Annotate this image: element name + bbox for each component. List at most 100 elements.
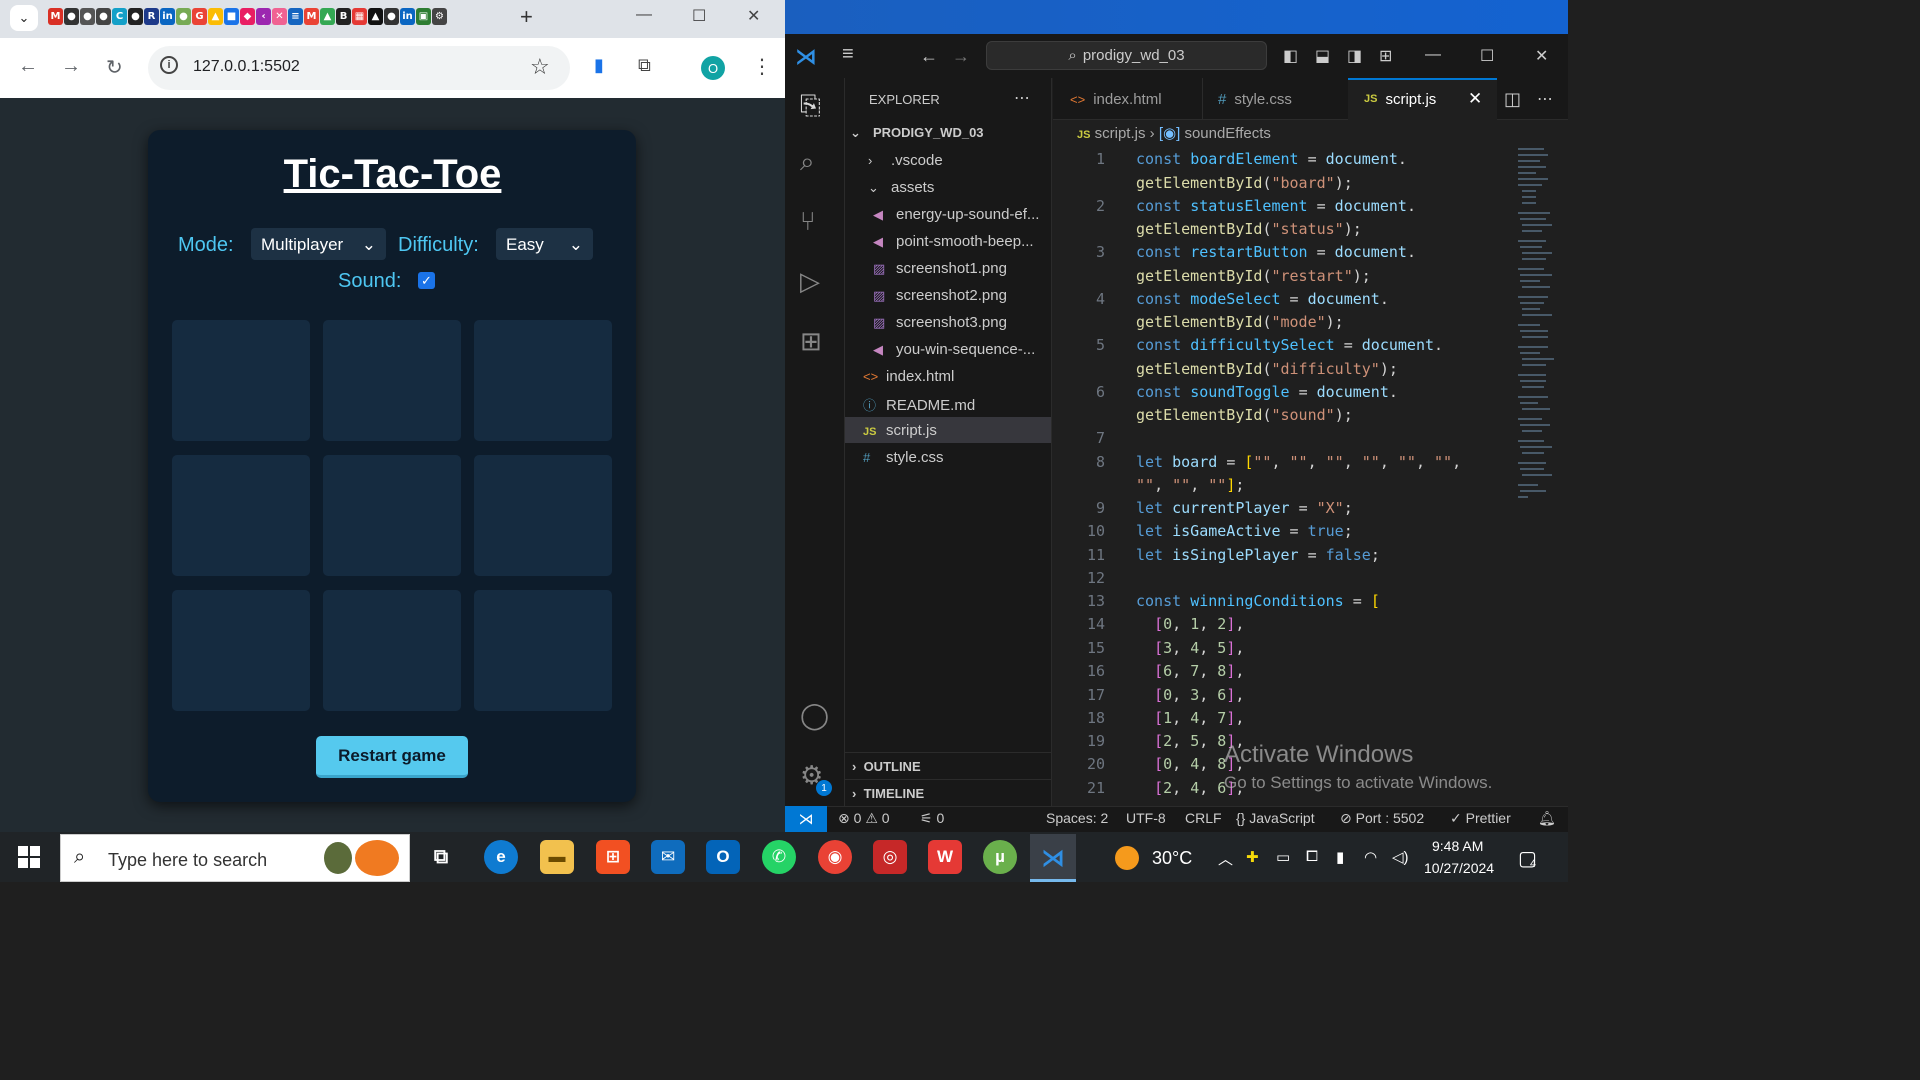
tree-item-file[interactable]: ▨ screenshot2.png: [873, 287, 1007, 304]
wifi-icon[interactable]: ◠: [1364, 848, 1377, 866]
difficulty-select[interactable]: Easy ⌄: [496, 228, 593, 260]
minimize-button[interactable]: —: [1425, 46, 1441, 64]
close-button[interactable]: ✕: [747, 6, 760, 26]
tab-favicon-icon[interactable]: ▲: [208, 8, 223, 25]
vscode-taskbar-button[interactable]: ⋊: [1030, 834, 1076, 882]
tab-favicon-icon[interactable]: ●: [80, 8, 95, 25]
microsoft-store-icon[interactable]: ⊞: [596, 840, 630, 874]
new-tab-button[interactable]: +: [520, 4, 533, 30]
code-line[interactable]: getElementById("difficulty");: [1136, 360, 1398, 378]
tab-favicon-icon[interactable]: ▣: [416, 8, 431, 25]
live-server-port[interactable]: ⊘ Port : 5502: [1340, 810, 1424, 827]
code-line[interactable]: getElementById("sound");: [1136, 406, 1353, 424]
project-root[interactable]: ⌄ PRODIGY_WD_03: [850, 125, 984, 141]
whatsapp-icon[interactable]: ✆: [762, 840, 796, 874]
search-icon[interactable]: ⌕: [800, 146, 815, 178]
tab-favicon-icon[interactable]: ●: [128, 8, 143, 25]
reload-icon[interactable]: ↻: [106, 55, 123, 80]
maximize-button[interactable]: ☐: [692, 6, 706, 26]
taskbar-time[interactable]: 9:48 AM: [1432, 838, 1483, 854]
accounts-icon[interactable]: ◯: [800, 700, 829, 731]
code-line[interactable]: [6, 7, 8],: [1136, 662, 1244, 680]
utorrent-icon[interactable]: µ: [983, 840, 1017, 874]
close-button[interactable]: ✕: [1535, 46, 1548, 66]
board-cell[interactable]: [323, 455, 461, 576]
tree-item-file[interactable]: ▨ screenshot1.png: [873, 260, 1007, 277]
code-line[interactable]: let board = ["", "", "", "", "", "",: [1136, 453, 1461, 471]
board-cell[interactable]: [172, 320, 310, 441]
prettier-status[interactable]: ✓ Prettier: [1450, 810, 1511, 827]
tree-item-file[interactable]: ◀ energy-up-sound-ef...: [873, 206, 1039, 223]
run-debug-icon[interactable]: ▷: [800, 266, 820, 297]
code-line[interactable]: const soundToggle = document.: [1136, 383, 1398, 401]
tab-favicon-icon[interactable]: ✕: [272, 8, 287, 25]
code-line[interactable]: [3, 4, 5],: [1136, 639, 1244, 657]
show-hidden-icons-chevron-icon[interactable]: ︿: [1218, 848, 1233, 869]
profile-avatar[interactable]: O: [701, 56, 725, 80]
more-actions-icon[interactable]: ⋯: [1014, 88, 1030, 108]
tree-item-file[interactable]: JS script.js: [863, 422, 937, 439]
forward-arrow-icon[interactable]: →: [952, 46, 970, 67]
toggle-secondary-sidebar-icon[interactable]: ◨: [1347, 46, 1362, 66]
extensions-puzzle-icon[interactable]: ⧉: [638, 55, 651, 76]
site-info-icon[interactable]: i: [160, 56, 178, 74]
sound-checkbox[interactable]: ✓: [418, 272, 435, 289]
back-arrow-icon[interactable]: ←: [920, 46, 938, 67]
tab-favicon-icon[interactable]: B: [336, 8, 351, 25]
tab-favicon-icon[interactable]: ●: [64, 8, 79, 25]
screen-recorder-icon[interactable]: ◎: [873, 840, 907, 874]
tree-item-folder[interactable]: › .vscode: [868, 152, 943, 169]
tab-favicon-icon[interactable]: R: [144, 8, 159, 25]
edge-browser-icon[interactable]: e: [484, 840, 518, 874]
url-text[interactable]: 127.0.0.1:5502: [193, 58, 300, 76]
tree-item-file[interactable]: ◀ point-smooth-beep...: [873, 233, 1034, 250]
outlook-icon[interactable]: O: [706, 840, 740, 874]
board-cell[interactable]: [474, 455, 612, 576]
code-line[interactable]: const statusElement = document.: [1136, 197, 1416, 215]
problems-indicator[interactable]: ⊗ 0 ⚠ 0: [838, 810, 890, 827]
board-cell[interactable]: [172, 455, 310, 576]
extensions-icon[interactable]: ⊞: [800, 326, 822, 357]
tab-favicon-icon[interactable]: ■: [224, 8, 239, 25]
extension-icon[interactable]: ▮: [594, 55, 604, 76]
file-explorer-icon[interactable]: ▬: [540, 840, 574, 874]
explorer-files-icon[interactable]: ⎘: [800, 90, 821, 122]
code-line[interactable]: [0, 1, 2],: [1136, 615, 1244, 633]
code-line[interactable]: const modeSelect = document.: [1136, 290, 1389, 308]
mail-icon[interactable]: ✉: [651, 840, 685, 874]
restart-button[interactable]: Restart game: [316, 736, 468, 778]
split-editor-icon[interactable]: ◫: [1504, 78, 1521, 120]
close-tab-icon[interactable]: ✕: [1468, 78, 1482, 120]
forward-arrow-icon[interactable]: →: [61, 55, 81, 78]
eol-status[interactable]: CRLF: [1185, 810, 1222, 826]
board-cell[interactable]: [172, 590, 310, 711]
wps-office-icon[interactable]: W: [928, 840, 962, 874]
command-center-search[interactable]: ⌕ prodigy_wd_03: [986, 41, 1267, 70]
tab-search-chevron-icon[interactable]: ⌄: [10, 5, 38, 31]
tray-app-icon[interactable]: ✚: [1246, 848, 1259, 866]
code-line[interactable]: let currentPlayer = "X";: [1136, 499, 1353, 517]
minimap[interactable]: [1516, 146, 1556, 506]
tree-item-file[interactable]: <> index.html: [863, 368, 954, 385]
tab-favicon-icon[interactable]: ●: [176, 8, 191, 25]
task-view-icon[interactable]: ⧉: [424, 840, 458, 874]
tab-favicon-icon[interactable]: G: [192, 8, 207, 25]
encoding-status[interactable]: UTF-8: [1126, 810, 1166, 826]
code-line[interactable]: const restartButton = document.: [1136, 243, 1416, 261]
language-status[interactable]: {} JavaScript: [1236, 810, 1315, 826]
meet-now-icon[interactable]: ⧠: [1306, 848, 1318, 865]
tab-favicon-icon[interactable]: C: [112, 8, 127, 25]
tab-favicon-icon[interactable]: in: [160, 8, 175, 25]
bookmark-star-icon[interactable]: ☆: [530, 54, 550, 80]
tree-item-file[interactable]: # style.css: [863, 449, 944, 466]
chrome-icon[interactable]: ◉: [818, 840, 852, 874]
code-line[interactable]: const winningConditions = [: [1136, 592, 1380, 610]
code-line[interactable]: let isSinglePlayer = false;: [1136, 546, 1380, 564]
code-line[interactable]: getElementById("status");: [1136, 220, 1362, 238]
menu-hamburger-icon[interactable]: ≡: [842, 43, 854, 66]
mode-select[interactable]: Multiplayer ⌄: [251, 228, 386, 260]
taskbar-date[interactable]: 10/27/2024: [1424, 860, 1494, 876]
tab-favicon-icon[interactable]: ‹: [256, 8, 271, 25]
toggle-sidebar-icon[interactable]: ◧: [1283, 46, 1298, 66]
volume-icon[interactable]: ◁): [1392, 848, 1409, 866]
